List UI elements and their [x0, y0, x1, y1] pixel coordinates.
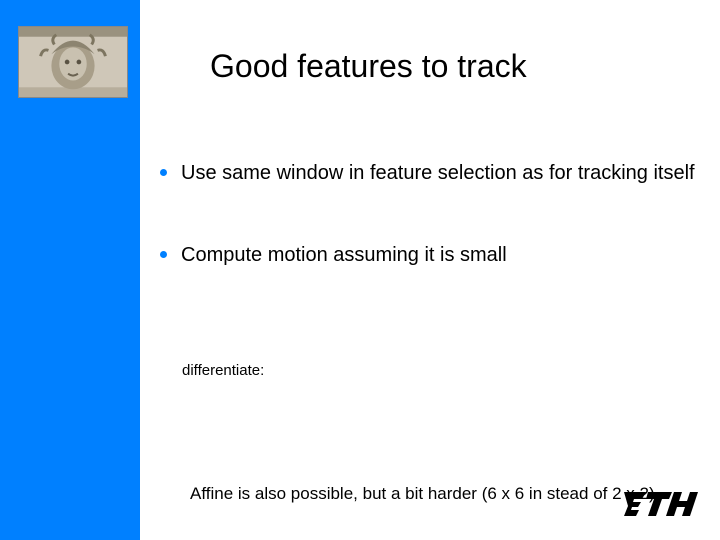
slide: Good features to track Use same window i… — [0, 0, 720, 540]
slide-title: Good features to track — [210, 48, 527, 85]
bullet-text: Use same window in feature selection as … — [181, 160, 695, 186]
medusa-relief-icon — [18, 26, 128, 98]
list-item: Compute motion assuming it is small — [160, 242, 700, 268]
list-item: Use same window in feature selection as … — [160, 160, 700, 186]
sub-label: differentiate: — [182, 362, 264, 379]
bullet-list: Use same window in feature selection as … — [160, 160, 700, 324]
bullet-dot-icon — [160, 169, 167, 176]
bullet-text: Compute motion assuming it is small — [181, 242, 507, 268]
eth-logo-icon — [624, 492, 702, 516]
bullet-dot-icon — [160, 251, 167, 258]
footnote: Affine is also possible, but a bit harde… — [190, 484, 655, 504]
